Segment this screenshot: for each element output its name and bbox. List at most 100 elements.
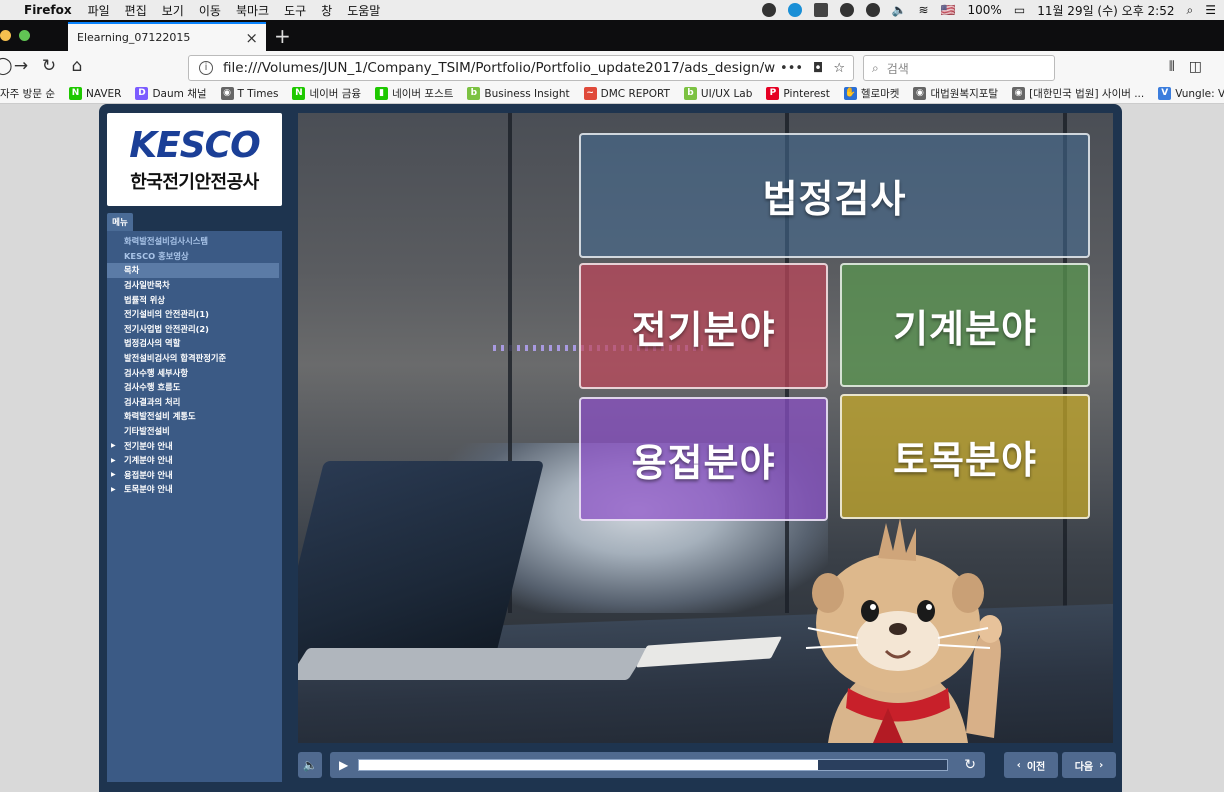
new-tab-icon[interactable]: + — [274, 24, 291, 48]
course-menu-item[interactable]: 기타발전설비 — [107, 424, 282, 439]
menu-tools[interactable]: 도구 — [284, 2, 306, 19]
app-tray-icon[interactable] — [813, 3, 828, 17]
expand-arrow-icon[interactable]: ▶ — [111, 471, 116, 478]
search-input[interactable]: ⌕ 검색 — [863, 55, 1055, 81]
bookmark-label: 자주 방문 순 — [0, 88, 55, 100]
course-menu-item[interactable]: 목차 — [107, 263, 279, 278]
sidebar-toggle-icon[interactable]: ◫ — [1189, 59, 1202, 75]
minimize-button[interactable] — [0, 30, 11, 41]
expand-arrow-icon[interactable]: ▶ — [111, 486, 116, 493]
course-menu-item[interactable]: 화력발전설비 계통도 — [107, 409, 282, 424]
next-label: 다음 — [1074, 761, 1094, 773]
menu-go[interactable]: 이동 — [199, 2, 221, 19]
bookmarks-toolbar: 자주 방문 순 N NAVER D Daum 채널 ◉ T Times N 네이버 금융 ▮ 네이버… — [0, 84, 1224, 104]
course-menu-label: 전기사업법 안전관리(2) — [124, 323, 209, 334]
menu-bookmarks[interactable]: 북마크 — [236, 2, 269, 19]
category-legal-inspection[interactable]: 법정검사 — [579, 133, 1090, 258]
menu-window[interactable]: 창 — [321, 2, 332, 19]
bookmark-favicon-icon: ◉ — [220, 87, 234, 100]
home-icon[interactable]: ⌂ — [66, 56, 88, 76]
bookmark-item[interactable]: 자주 방문 순 — [0, 86, 55, 101]
location-icon[interactable] — [761, 3, 776, 17]
close-tab-icon[interactable]: × — [245, 29, 258, 47]
play-icon[interactable]: ▶ — [339, 758, 348, 772]
course-menu-item[interactable]: ▶ 기계분야 안내 — [107, 453, 282, 468]
bookmark-label: Business Insight — [484, 87, 570, 100]
expand-arrow-icon[interactable]: ▶ — [111, 442, 116, 449]
bookmark-favicon-icon: V — [1158, 87, 1172, 100]
bookmark-item[interactable]: ◉ [대한민국 법원] 사이버 ... — [1012, 86, 1144, 101]
menu-file[interactable]: 파일 — [88, 2, 110, 19]
course-menu-item[interactable]: 전기사업법 안전관리(2) — [107, 322, 282, 337]
course-menu-item[interactable]: 검사수행 세부사항 — [107, 365, 282, 380]
course-menu-item[interactable]: 전기설비의 안전관리(1) — [107, 307, 282, 322]
bookmark-item[interactable]: b UI/UX Lab — [683, 87, 752, 100]
volume-icon[interactable]: 🔈 — [892, 3, 907, 17]
app-name[interactable]: Firefox — [24, 3, 72, 17]
page-actions-icon[interactable]: ••• — [780, 61, 803, 76]
bookmark-item[interactable]: b Business Insight — [467, 87, 570, 100]
menu-view[interactable]: 보기 — [162, 2, 184, 19]
tools-icon[interactable] — [839, 3, 854, 17]
clock[interactable]: 11월 29일 (수) 오후 2:52 — [1037, 2, 1174, 19]
bookmark-item[interactable]: P Pinterest — [766, 87, 830, 100]
volume-button[interactable]: 🔈 — [298, 752, 322, 778]
notification-center-icon[interactable]: ☰ — [1205, 3, 1216, 17]
reload-icon[interactable]: ↻ — [38, 56, 60, 76]
category-mechanical[interactable]: 기계분야 — [840, 263, 1090, 387]
content-stage: 법정검사 전기분야 기계분야 용접분야 토목분야 — [298, 113, 1113, 743]
replay-icon[interactable]: ↻ — [964, 757, 976, 773]
bookmark-label: T Times — [237, 87, 279, 100]
bookmark-item[interactable]: VVungle: Vungle is t... — [1158, 87, 1224, 100]
progress-track[interactable] — [358, 759, 948, 771]
bookmark-favicon-icon: ◉ — [913, 87, 927, 100]
menu-edit[interactable]: 편집 — [125, 2, 147, 19]
course-menu-label: 화력발전설비 계통도 — [124, 411, 196, 422]
forward-icon[interactable]: → — [10, 56, 32, 76]
flag-icon[interactable]: 🇺🇸 — [941, 3, 956, 17]
course-menu-item[interactable]: 검사수행 흐름도 — [107, 380, 282, 395]
course-menu-item[interactable]: 법정검사의 역할 — [107, 336, 282, 351]
chat-icon[interactable] — [865, 3, 880, 17]
url-bar[interactable]: i file:///Volumes/JUN_1/Company_TSIM/Por… — [188, 55, 854, 81]
category-civil[interactable]: 토목분야 — [840, 394, 1090, 519]
battery-percent[interactable]: 100% — [968, 3, 1002, 17]
bookmark-item[interactable]: ◉ T Times — [220, 87, 279, 100]
course-menu-item[interactable]: 법률적 위상 — [107, 292, 282, 307]
pocket-icon[interactable]: ◘ — [813, 61, 823, 76]
site-info-icon[interactable]: i — [199, 61, 213, 75]
wifi-icon[interactable]: ≋ — [919, 3, 929, 17]
course-menu-item[interactable]: 검사일반목차 — [107, 278, 282, 293]
bookmark-item[interactable]: N 네이버 금융 — [292, 86, 361, 101]
course-menu-item[interactable]: ▶ 용접분야 안내 — [107, 468, 282, 483]
bookmark-item[interactable]: D Daum 채널 — [135, 86, 207, 101]
course-menu-item[interactable]: KESCO 홍보영상 — [107, 249, 282, 264]
bookmark-item[interactable]: ✋ 헬로마켓 — [843, 86, 899, 101]
library-icon[interactable]: ⫴ — [1169, 59, 1175, 75]
battery-icon[interactable]: ▭ — [1014, 3, 1025, 17]
zoom-button[interactable] — [19, 30, 30, 41]
course-menu-item[interactable]: 발전설비검사의 합격판정기준 — [107, 351, 282, 366]
bookmark-item[interactable]: N NAVER — [68, 87, 121, 100]
bookmark-item[interactable]: ◉ 대법원복지포탈 — [913, 86, 998, 101]
bookmark-star-icon[interactable]: ☆ — [833, 61, 845, 76]
category-electric[interactable]: 전기분야 — [579, 263, 828, 389]
prev-button[interactable]: ‹ 이전 — [1004, 752, 1058, 778]
course-menu-item[interactable]: ▶ 전기분야 안내 — [107, 438, 282, 453]
expand-arrow-icon[interactable]: ▶ — [111, 457, 116, 464]
sync-icon[interactable] — [787, 3, 802, 17]
spotlight-icon[interactable]: ⌕ — [1187, 3, 1194, 18]
next-button[interactable]: 다음 › — [1062, 752, 1116, 778]
category-welding[interactable]: 용접분야 — [579, 397, 828, 521]
tab-active[interactable]: Elearning_07122015 × — [68, 22, 266, 51]
course-menu-item[interactable]: 검사결과의 처리 — [107, 395, 282, 410]
chevron-left-icon: ‹ — [1016, 759, 1021, 771]
menu-tab[interactable]: 메뉴 — [107, 213, 133, 231]
bookmark-item[interactable]: ~ DMC REPORT — [583, 87, 670, 100]
tab-bar: Elearning_07122015 × + — [0, 20, 1224, 51]
bookmark-item[interactable]: ▮ 네이버 포스트 — [375, 86, 453, 101]
course-menu-item[interactable]: 화력발전설비검사시스템 — [107, 234, 282, 249]
course-menu-item[interactable]: ▶ 토목분야 안내 — [107, 482, 282, 497]
url-text[interactable]: file:///Volumes/JUN_1/Company_TSIM/Portf… — [223, 60, 776, 76]
menu-help[interactable]: 도움말 — [347, 2, 380, 19]
